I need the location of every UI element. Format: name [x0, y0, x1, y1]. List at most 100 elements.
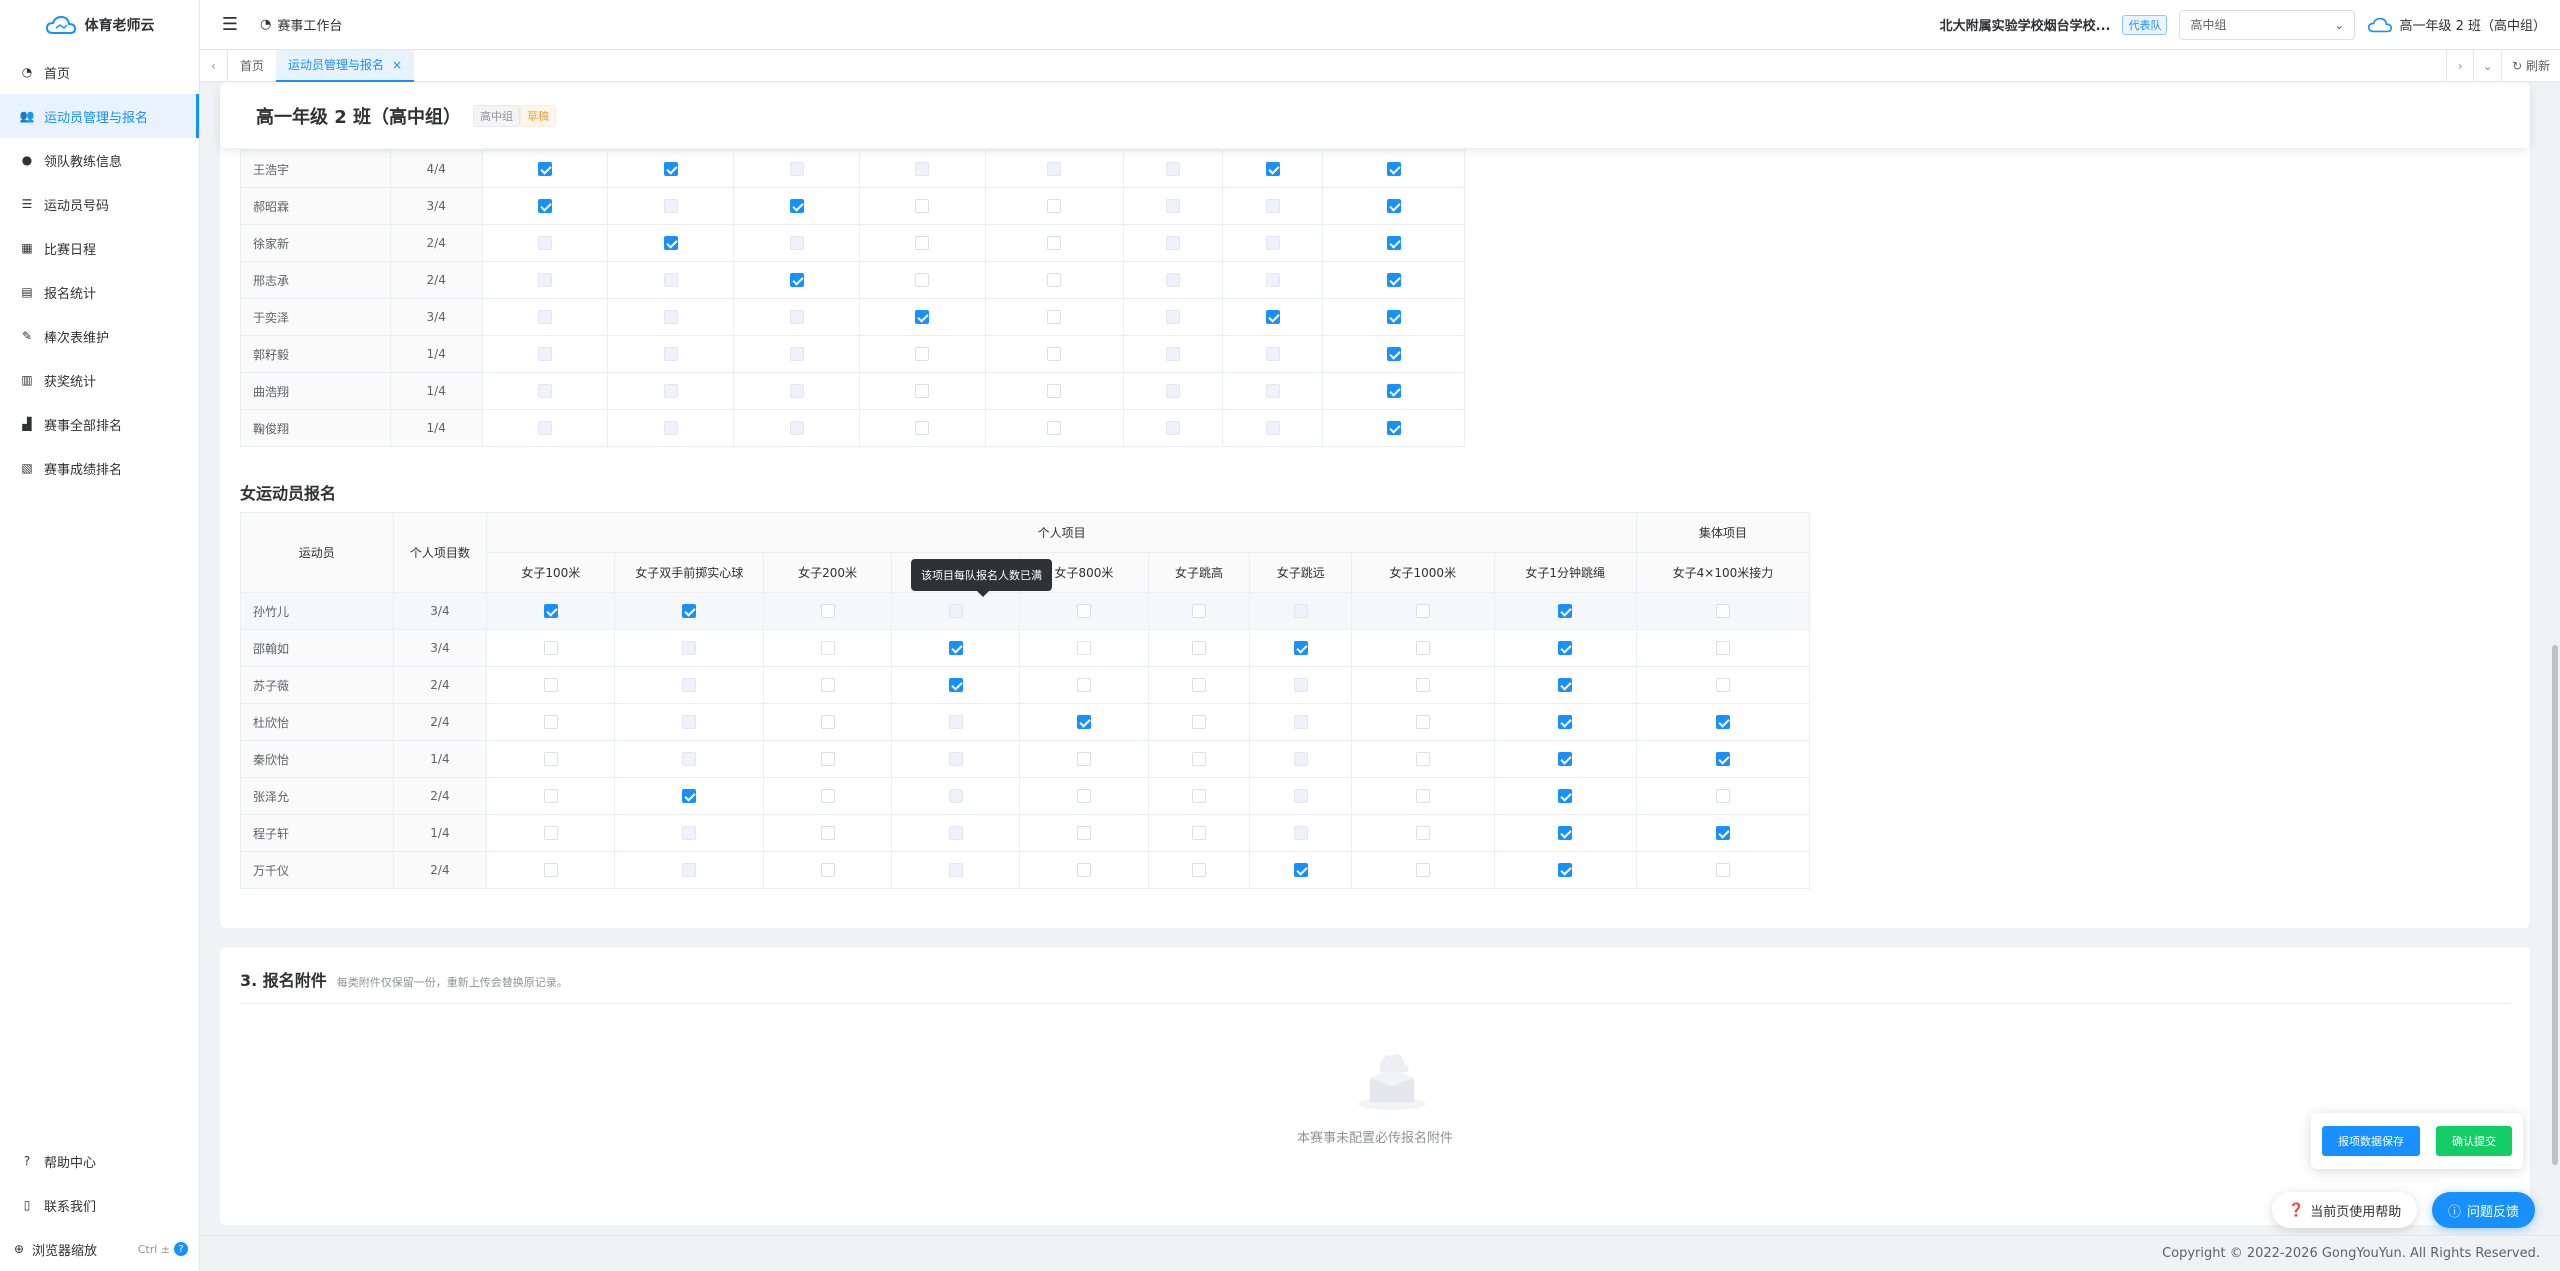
checkbox[interactable]	[820, 715, 835, 730]
checkbox-checked[interactable]	[1076, 715, 1091, 730]
checkbox[interactable]	[1415, 863, 1430, 878]
checkbox[interactable]	[1191, 752, 1206, 767]
checkbox[interactable]	[1076, 752, 1091, 767]
close-icon[interactable]: ×	[392, 58, 402, 72]
checkbox[interactable]	[1191, 641, 1206, 656]
checkbox-checked[interactable]	[948, 641, 963, 656]
app-logo[interactable]: 体育老师云	[0, 0, 199, 50]
sidebar-item-8[interactable]: ▟ 赛事全部排名	[0, 402, 199, 446]
checkbox[interactable]	[820, 863, 835, 878]
checkbox[interactable]	[1047, 347, 1062, 362]
sidebar-item-6[interactable]: ✎ 棒次表维护	[0, 314, 199, 358]
checkbox-checked[interactable]	[1715, 826, 1730, 841]
checkbox-checked[interactable]	[1558, 641, 1573, 656]
checkbox-checked[interactable]	[1386, 199, 1401, 214]
checkbox[interactable]	[1076, 604, 1091, 619]
checkbox-checked[interactable]	[663, 162, 678, 177]
sidebar-item-3[interactable]: ☰ 运动员号码	[0, 182, 199, 226]
checkbox[interactable]	[543, 789, 558, 804]
page-help-button[interactable]: ❓ 当前页使用帮助	[2272, 1192, 2418, 1228]
checkbox-checked[interactable]	[915, 310, 930, 325]
checkbox-checked[interactable]	[1293, 641, 1308, 656]
checkbox[interactable]	[915, 384, 930, 399]
tabs-scroll-left-icon[interactable]: ‹	[200, 49, 228, 82]
checkbox-checked[interactable]	[1386, 347, 1401, 362]
checkbox[interactable]	[1076, 789, 1091, 804]
checkbox-checked[interactable]	[1386, 384, 1401, 399]
checkbox[interactable]	[820, 604, 835, 619]
checkbox-checked[interactable]	[1558, 789, 1573, 804]
checkbox-checked[interactable]	[789, 199, 804, 214]
submit-button[interactable]: 确认提交	[2436, 1126, 2512, 1156]
checkbox[interactable]	[1191, 678, 1206, 693]
checkbox[interactable]	[1076, 641, 1091, 656]
contact-link[interactable]: ▯ 联系我们	[0, 1183, 200, 1227]
checkbox[interactable]	[1047, 199, 1062, 214]
checkbox[interactable]	[1191, 789, 1206, 804]
tabs-dropdown-icon[interactable]: ⌄	[2474, 49, 2503, 82]
sidebar-item-2[interactable]: ● 领队教练信息	[0, 138, 199, 182]
checkbox[interactable]	[1715, 789, 1730, 804]
checkbox[interactable]	[1415, 604, 1430, 619]
checkbox[interactable]	[1415, 826, 1430, 841]
checkbox[interactable]	[915, 199, 930, 214]
checkbox-checked[interactable]	[1386, 310, 1401, 325]
checkbox-checked[interactable]	[1386, 162, 1401, 177]
checkbox[interactable]	[1047, 236, 1062, 251]
checkbox[interactable]	[543, 752, 558, 767]
checkbox[interactable]	[543, 678, 558, 693]
checkbox-checked[interactable]	[1265, 162, 1280, 177]
save-button[interactable]: 报项数据保存	[2322, 1126, 2420, 1156]
checkbox[interactable]	[1415, 752, 1430, 767]
checkbox-checked[interactable]	[948, 678, 963, 693]
checkbox-checked[interactable]	[1558, 826, 1573, 841]
checkbox[interactable]	[820, 641, 835, 656]
page-scrollbar[interactable]	[2552, 645, 2558, 1165]
checkbox[interactable]	[820, 789, 835, 804]
checkbox[interactable]	[1047, 310, 1062, 325]
checkbox[interactable]	[1047, 421, 1062, 436]
checkbox[interactable]	[1076, 678, 1091, 693]
checkbox[interactable]	[820, 678, 835, 693]
checkbox-checked[interactable]	[1715, 715, 1730, 730]
checkbox-checked[interactable]	[1558, 863, 1573, 878]
checkbox-checked[interactable]	[663, 236, 678, 251]
sidebar-item-0[interactable]: ◔ 首页	[0, 50, 199, 94]
class-switcher[interactable]: 高一年级 2 班（高中组）	[2367, 15, 2546, 34]
workbench-title[interactable]: ◔ 赛事工作台	[260, 15, 342, 34]
checkbox-checked[interactable]	[1558, 715, 1573, 730]
help-center-link[interactable]: ? 帮助中心	[0, 1139, 200, 1183]
checkbox[interactable]	[915, 347, 930, 362]
checkbox[interactable]	[1415, 715, 1430, 730]
checkbox-checked[interactable]	[1715, 752, 1730, 767]
checkbox-checked[interactable]	[1558, 752, 1573, 767]
checkbox[interactable]	[1191, 826, 1206, 841]
checkbox-checked[interactable]	[1386, 421, 1401, 436]
browser-zoom-row[interactable]: ⊕ 浏览器缩放 Ctrl ± ?	[0, 1227, 200, 1271]
tab-athlete-management[interactable]: 运动员管理与报名 ×	[276, 49, 415, 82]
checkbox-checked[interactable]	[1293, 863, 1308, 878]
checkbox[interactable]	[543, 641, 558, 656]
checkbox[interactable]	[820, 752, 835, 767]
sidebar-item-1[interactable]: 👥 运动员管理与报名	[0, 94, 199, 138]
menu-toggle-icon[interactable]: ☰	[200, 14, 260, 35]
checkbox-checked[interactable]	[538, 162, 552, 177]
checkbox[interactable]	[1047, 273, 1062, 288]
feedback-button[interactable]: ⓘ 问题反馈	[2432, 1192, 2536, 1228]
sidebar-item-4[interactable]: ▦ 比赛日程	[0, 226, 199, 270]
checkbox[interactable]	[1415, 641, 1430, 656]
checkbox[interactable]	[543, 715, 558, 730]
tab-home[interactable]: 首页	[228, 50, 276, 82]
checkbox[interactable]	[1715, 863, 1730, 878]
checkbox-checked[interactable]	[789, 273, 804, 288]
checkbox-checked[interactable]	[682, 789, 697, 804]
checkbox[interactable]	[543, 826, 558, 841]
checkbox[interactable]	[915, 273, 930, 288]
checkbox[interactable]	[1076, 863, 1091, 878]
checkbox[interactable]	[1076, 826, 1091, 841]
checkbox[interactable]	[1047, 384, 1062, 399]
checkbox-checked[interactable]	[1386, 236, 1401, 251]
sidebar-item-9[interactable]: ▧ 赛事成绩排名	[0, 446, 199, 490]
checkbox[interactable]	[1715, 604, 1730, 619]
checkbox[interactable]	[1715, 678, 1730, 693]
